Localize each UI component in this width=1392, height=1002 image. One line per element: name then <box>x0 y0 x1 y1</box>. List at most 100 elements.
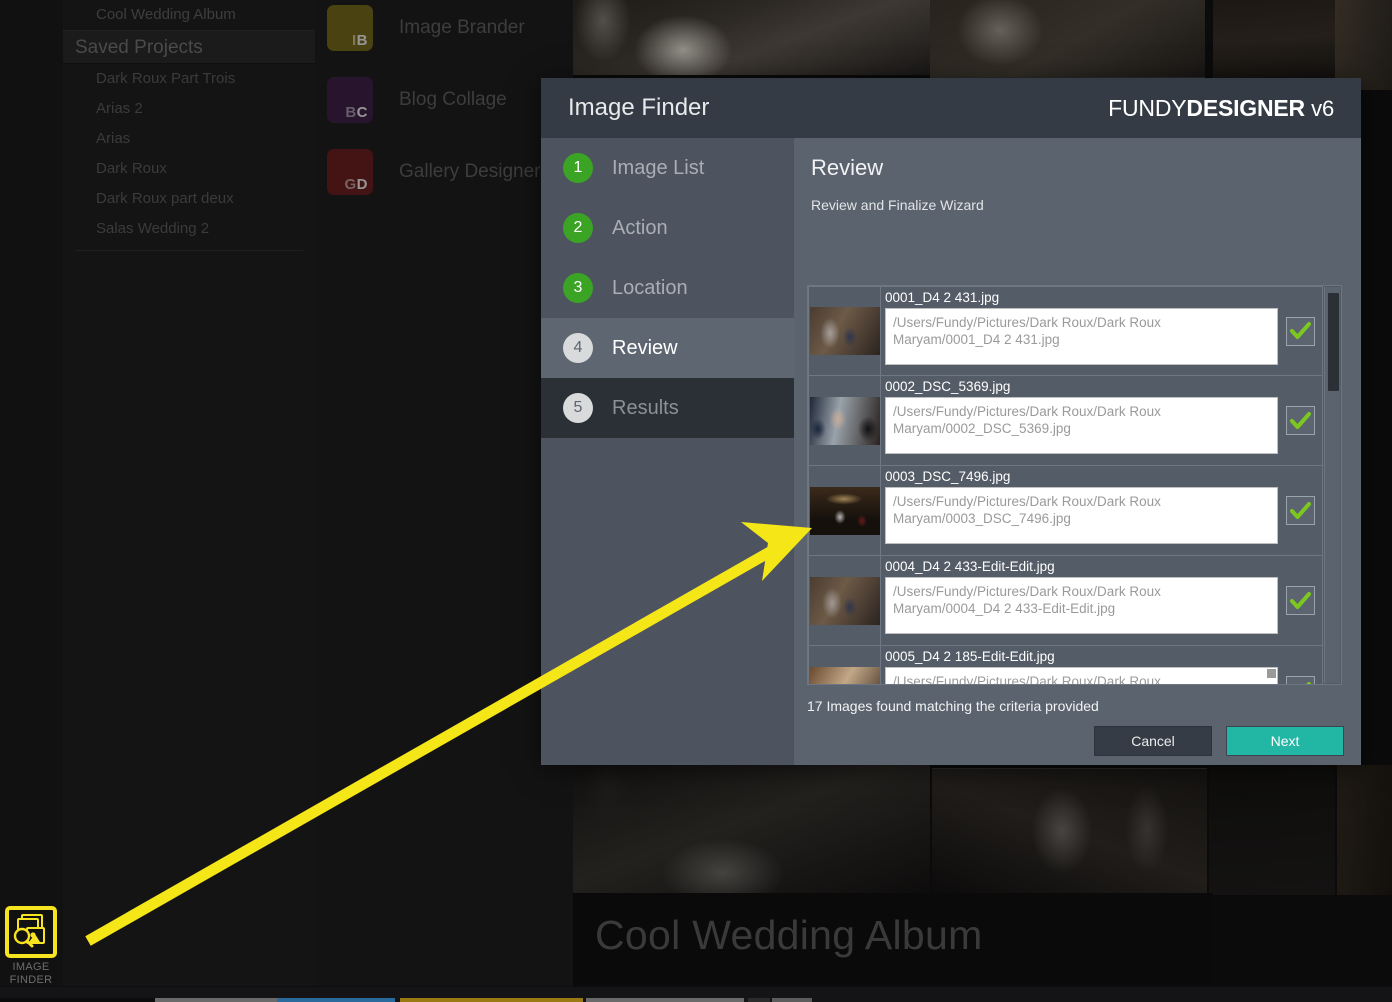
image-result-list[interactable]: 0001_D4 2 431.jpg /Users/Fundy/Pictures/… <box>807 285 1342 685</box>
wizard-step-location[interactable]: 3 Location <box>541 258 794 318</box>
include-checkbox[interactable] <box>1285 496 1315 525</box>
file-path-field[interactable]: /Users/Fundy/Pictures/Dark Roux/Dark Rou… <box>885 487 1278 544</box>
wizard-step-image-list[interactable]: 1 Image List <box>541 138 794 198</box>
include-checkbox[interactable] <box>1285 406 1315 435</box>
sidebar-item-project[interactable]: Salas Wedding 2 <box>63 214 315 244</box>
file-path-text: /Users/Fundy/Pictures/Dark Roux/Dark Rou… <box>893 315 1161 347</box>
file-path-field[interactable]: /Users/Fundy/Pictures/Dark Roux/Dark Rou… <box>885 667 1278 684</box>
bottom-status-strip <box>0 986 1392 1002</box>
brand-light: FUNDY <box>1108 94 1187 121</box>
sidebar-item-project[interactable]: Dark Roux <box>63 154 315 184</box>
row-main: 0001_D4 2 431.jpg /Users/Fundy/Pictures/… <box>881 287 1278 375</box>
image-thumbnail <box>809 666 880 684</box>
next-button[interactable]: Next <box>1226 726 1344 756</box>
wizard-steps: 1 Image List 2 Action 3 Location 4 Revie… <box>541 138 794 765</box>
dialog-body: 1 Image List 2 Action 3 Location 4 Revie… <box>541 138 1361 765</box>
file-name: 0002_DSC_5369.jpg <box>885 379 1011 394</box>
sidebar: Cool Wedding Album Saved Projects Dark R… <box>0 0 315 1002</box>
sidebar-item-current-album[interactable]: Cool Wedding Album <box>63 0 315 30</box>
step-label: Review <box>612 336 678 359</box>
app-tile-blog-collage[interactable]: BC Blog Collage <box>327 77 507 123</box>
brand-version: v6 <box>1311 95 1334 121</box>
step-number: 1 <box>563 153 593 183</box>
image-result-scrollarea[interactable]: 0001_D4 2 431.jpg /Users/Fundy/Pictures/… <box>808 286 1323 684</box>
path-resize-grip[interactable] <box>1267 669 1276 678</box>
image-thumbnail <box>809 576 880 625</box>
album-photo[interactable] <box>1213 0 1335 90</box>
thumbnail-cell <box>809 287 881 375</box>
sidebar-divider <box>75 250 303 251</box>
brand-logo: FUNDYDESIGNER v6 <box>1108 95 1334 122</box>
table-row[interactable]: 0001_D4 2 431.jpg /Users/Fundy/Pictures/… <box>808 286 1323 376</box>
cancel-button[interactable]: Cancel <box>1094 726 1212 756</box>
table-row[interactable]: 0002_DSC_5369.jpg /Users/Fundy/Pictures/… <box>808 376 1323 466</box>
scrollbar-thumb[interactable] <box>1328 293 1339 391</box>
dock-label-line2: FINDER <box>9 974 53 986</box>
thumbnail-cell <box>809 646 881 684</box>
app-label: Blog Collage <box>399 89 507 110</box>
results-count-label: 17 Images found matching the criteria pr… <box>807 698 1099 714</box>
app-label: Gallery Designer <box>399 161 541 182</box>
thumbnail-cell <box>809 376 881 465</box>
list-scrollbar[interactable] <box>1324 287 1340 683</box>
review-panel: Review Review and Finalize Wizard 0001_D… <box>794 138 1361 765</box>
row-main: 0003_DSC_7496.jpg /Users/Fundy/Pictures/… <box>881 466 1278 555</box>
album-photo[interactable] <box>1337 765 1392 895</box>
strip-segment <box>772 998 812 1002</box>
app-launcher-column: IB Image Brander BC Blog Collage GD Gall… <box>315 0 573 1002</box>
dock-item-image-finder[interactable]: IMAGE FINDER <box>4 906 58 987</box>
dialog-title: Image Finder <box>568 94 710 121</box>
strip-segment <box>0 998 155 1002</box>
wizard-step-results[interactable]: 5 Results <box>541 378 794 438</box>
table-row[interactable]: 0004_D4 2 433-Edit-Edit.jpg /Users/Fundy… <box>808 556 1323 646</box>
strip-segment <box>277 998 395 1002</box>
image-finder-icon[interactable] <box>5 906 57 958</box>
dialog-header: Image Finder FUNDYDESIGNER v6 <box>541 78 1361 138</box>
include-checkbox[interactable] <box>1285 586 1315 615</box>
album-photo[interactable] <box>1335 0 1392 90</box>
file-path-field[interactable]: /Users/Fundy/Pictures/Dark Roux/Dark Rou… <box>885 577 1278 634</box>
step-number: 4 <box>563 333 593 363</box>
wizard-step-action[interactable]: 2 Action <box>541 198 794 258</box>
file-name: 0004_D4 2 433-Edit-Edit.jpg <box>885 559 1055 574</box>
image-thumbnail <box>809 307 880 355</box>
album-photo[interactable] <box>573 765 930 895</box>
album-photo[interactable] <box>930 0 1205 78</box>
strip-segment <box>400 998 583 1002</box>
sidebar-item-project[interactable]: Arias 2 <box>63 94 315 124</box>
file-name: 0005_D4 2 185-Edit-Edit.jpg <box>885 649 1055 664</box>
row-main: 0004_D4 2 433-Edit-Edit.jpg /Users/Fundy… <box>881 556 1278 645</box>
brand-bold: DESIGNER <box>1186 94 1305 121</box>
file-path-field[interactable]: /Users/Fundy/Pictures/Dark Roux/Dark Rou… <box>885 308 1278 365</box>
include-checkbox[interactable] <box>1285 316 1315 346</box>
app-tile-gallery-designer[interactable]: GD Gallery Designer <box>327 149 541 195</box>
album-photo[interactable] <box>932 768 1207 895</box>
strip-segment <box>155 998 277 1002</box>
image-thumbnail <box>809 396 880 445</box>
sidebar-item-project[interactable]: Dark Roux part deux <box>63 184 315 214</box>
app-tile-image-brander[interactable]: IB Image Brander <box>327 5 525 51</box>
album-photo[interactable] <box>1209 765 1335 895</box>
file-path-text: /Users/Fundy/Pictures/Dark Roux/Dark Rou… <box>893 584 1161 616</box>
step-label: Results <box>612 396 679 419</box>
checkbox-cell <box>1278 556 1322 645</box>
thumbnail-cell <box>809 466 881 555</box>
file-path-text: /Users/Fundy/Pictures/Dark Roux/Dark Rou… <box>893 494 1161 526</box>
sidebar-item-project[interactable]: Dark Roux Part Trois <box>63 64 315 94</box>
include-checkbox[interactable] <box>1285 676 1315 684</box>
sidebar-list: Cool Wedding Album Saved Projects Dark R… <box>63 0 315 1002</box>
sidebar-item-project[interactable]: Arias <box>63 124 315 154</box>
file-path-field[interactable]: /Users/Fundy/Pictures/Dark Roux/Dark Rou… <box>885 397 1278 454</box>
blog-collage-icon: BC <box>327 77 373 123</box>
image-finder-dialog: Image Finder FUNDYDESIGNER v6 1 Image Li… <box>541 78 1361 765</box>
table-row[interactable]: 0003_DSC_7496.jpg /Users/Fundy/Pictures/… <box>808 466 1323 556</box>
image-brander-icon: IB <box>327 5 373 51</box>
wizard-step-review[interactable]: 4 Review <box>541 318 794 378</box>
table-row[interactable]: 0005_D4 2 185-Edit-Edit.jpg /Users/Fundy… <box>808 646 1323 684</box>
checkbox-cell <box>1278 466 1322 555</box>
album-photo[interactable] <box>573 0 930 75</box>
row-main: 0005_D4 2 185-Edit-Edit.jpg /Users/Fundy… <box>881 646 1278 684</box>
step-number: 3 <box>563 273 593 303</box>
step-label: Location <box>612 276 688 299</box>
row-main: 0002_DSC_5369.jpg /Users/Fundy/Pictures/… <box>881 376 1278 465</box>
